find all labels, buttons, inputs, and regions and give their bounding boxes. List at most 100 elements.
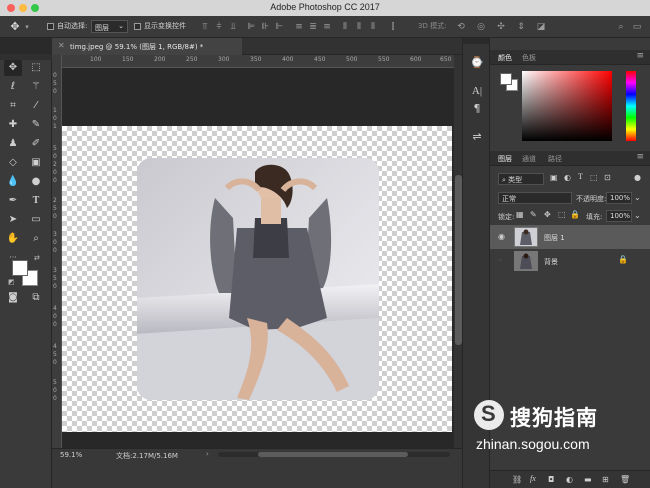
default-colors-icon[interactable]: ◩: [8, 278, 15, 286]
align-hcenter-icon[interactable]: ⊪: [260, 22, 270, 32]
horizontal-scrollbar-thumb[interactable]: [258, 452, 408, 457]
eraser-tool-icon[interactable]: ◇: [4, 155, 22, 171]
3d-roll-icon[interactable]: ◎: [476, 22, 486, 32]
3d-scale-icon[interactable]: ◪: [536, 22, 546, 32]
layer-row-layer1[interactable]: ◉ 图层 1: [490, 225, 650, 249]
dodge-tool-icon[interactable]: ●: [27, 174, 45, 190]
clone-stamp-tool-icon[interactable]: ♟: [4, 136, 22, 152]
lock-artboard-icon[interactable]: ⬚: [558, 210, 566, 219]
marquee-tool-icon[interactable]: ⬚: [27, 60, 45, 76]
distribute-top-icon[interactable]: ≡: [294, 22, 304, 32]
tab-channels[interactable]: 通道: [522, 154, 536, 164]
panel-menu-icon[interactable]: ≡: [636, 152, 644, 162]
distribute-bottom-icon[interactable]: ≡: [322, 22, 332, 32]
search-icon[interactable]: ⌕: [616, 22, 626, 32]
align-vcenter-icon[interactable]: ⫩: [214, 22, 224, 32]
close-tab-icon[interactable]: ✕: [58, 41, 65, 50]
eyedropper-tool-icon[interactable]: ⁄: [27, 98, 45, 114]
3d-drag-icon[interactable]: ✣: [496, 22, 506, 32]
panel-foreground-swatch-top[interactable]: [500, 73, 512, 85]
tab-layers[interactable]: 图层: [498, 154, 512, 164]
paragraph-panel-icon[interactable]: ¶: [470, 102, 484, 116]
zoom-level[interactable]: 59.1%: [60, 451, 82, 459]
distribute-vcenter-icon[interactable]: ≣: [308, 22, 318, 32]
show-transform-checkbox[interactable]: [134, 23, 141, 30]
auto-select-target-dropdown[interactable]: 图层 ⌄: [91, 20, 128, 33]
zoom-tool-icon[interactable]: ⌕: [27, 231, 45, 247]
visibility-eye-icon[interactable]: ◉: [498, 232, 508, 242]
lock-pixels-icon[interactable]: ✎: [530, 210, 537, 219]
filter-smart-object-icon[interactable]: ⊡: [604, 173, 611, 182]
layer-row-background[interactable]: ◦ 背景 🔒: [490, 249, 650, 273]
screen-mode-icon[interactable]: ⧉: [27, 290, 45, 306]
align-right-icon[interactable]: ⊩: [274, 22, 284, 32]
move-tool-icon[interactable]: ✥: [4, 60, 22, 76]
trash-icon[interactable]: 🗑: [620, 475, 630, 484]
align-bottom-icon[interactable]: ⫫: [228, 22, 238, 32]
align-left-icon[interactable]: ⊫: [246, 22, 256, 32]
lock-transparent-icon[interactable]: ▦: [516, 210, 524, 219]
lock-position-icon[interactable]: ✥: [544, 210, 551, 219]
rectangle-tool-icon[interactable]: ▭: [27, 212, 45, 228]
quick-mask-icon[interactable]: ◙: [4, 290, 22, 306]
3d-rotate-icon[interactable]: ⟲: [456, 22, 466, 32]
blur-tool-icon[interactable]: 💧: [4, 174, 22, 190]
hue-slider[interactable]: [626, 71, 636, 141]
filter-pixel-icon[interactable]: ▣: [550, 173, 558, 182]
gradient-tool-icon[interactable]: ▣: [27, 155, 45, 171]
layer-filter-dropdown[interactable]: ⌕ 类型: [498, 173, 544, 185]
move-tool-preset-icon[interactable]: ✥: [10, 21, 20, 32]
foreground-color-swatch-top[interactable]: [12, 260, 28, 276]
swap-colors-icon[interactable]: ⇄: [34, 254, 40, 262]
chevron-down-icon[interactable]: ⌄: [634, 193, 641, 202]
magic-wand-tool-icon[interactable]: ⚚: [27, 79, 45, 95]
adjustment-layer-icon[interactable]: ◐: [566, 475, 573, 484]
filter-shape-icon[interactable]: ⬚: [590, 173, 598, 182]
distribute-hcenter-icon[interactable]: ⦀: [354, 22, 364, 32]
lasso-tool-icon[interactable]: ℓ: [4, 79, 22, 95]
type-tool-icon[interactable]: T: [27, 193, 45, 209]
character-panel-icon[interactable]: A|: [470, 84, 484, 98]
new-group-icon[interactable]: ▬: [584, 475, 592, 484]
chevron-down-icon[interactable]: ▾: [22, 22, 32, 32]
hand-tool-icon[interactable]: ✋: [4, 231, 22, 247]
filter-adjustment-icon[interactable]: ◐: [564, 173, 571, 182]
chevron-down-icon[interactable]: ⌄: [634, 211, 641, 220]
layer-photo-image[interactable]: [137, 158, 379, 400]
color-spectrum-field[interactable]: [522, 71, 612, 141]
tab-swatches[interactable]: 色板: [522, 53, 536, 63]
filter-toggle-icon[interactable]: ●: [634, 173, 641, 182]
panel-menu-icon[interactable]: ≡: [636, 51, 644, 61]
history-brush-tool-icon[interactable]: ✐: [27, 136, 45, 152]
history-panel-icon[interactable]: ⌚: [470, 56, 484, 70]
blend-mode-dropdown[interactable]: 正常: [498, 192, 572, 204]
status-info-arrow-icon[interactable]: ›: [206, 450, 209, 458]
3d-slide-icon[interactable]: ⇕: [516, 22, 526, 32]
pen-tool-icon[interactable]: ✒: [4, 193, 22, 209]
document-tab[interactable]: ✕ timg.jpeg @ 59.1% (图层 1, RGB/8#) *: [52, 38, 242, 55]
fill-input[interactable]: 100%: [606, 210, 632, 222]
link-layers-icon[interactable]: ⛓: [512, 475, 522, 484]
tab-paths[interactable]: 路径: [548, 154, 562, 164]
lock-all-icon[interactable]: 🔒: [570, 210, 580, 219]
opacity-input[interactable]: 100%: [606, 192, 632, 204]
distribute-left-icon[interactable]: ⦀: [340, 22, 350, 32]
horizontal-scrollbar[interactable]: [218, 452, 450, 457]
path-selection-tool-icon[interactable]: ➤: [4, 212, 22, 228]
brush-tool-icon[interactable]: ✎: [27, 117, 45, 133]
visibility-eye-icon[interactable]: ◦: [498, 256, 508, 266]
vertical-scrollbar-thumb[interactable]: [455, 175, 462, 345]
tab-color[interactable]: 颜色: [498, 53, 512, 63]
auto-align-icon[interactable]: ⫿: [388, 22, 398, 32]
healing-brush-tool-icon[interactable]: ✚: [4, 117, 22, 133]
workspace-icon[interactable]: ▭: [632, 22, 642, 32]
filter-type-icon[interactable]: T: [578, 172, 583, 181]
auto-select-checkbox[interactable]: [47, 23, 54, 30]
adjustments-panel-icon[interactable]: ⇌: [470, 130, 484, 144]
add-mask-icon[interactable]: ◘: [548, 475, 554, 484]
crop-tool-icon[interactable]: ⌗: [4, 98, 22, 114]
dock-grip[interactable]: [463, 38, 489, 44]
align-top-icon[interactable]: ⫪: [200, 22, 210, 32]
new-layer-icon[interactable]: ⊞: [602, 475, 609, 484]
distribute-right-icon[interactable]: ⦀: [368, 22, 378, 32]
